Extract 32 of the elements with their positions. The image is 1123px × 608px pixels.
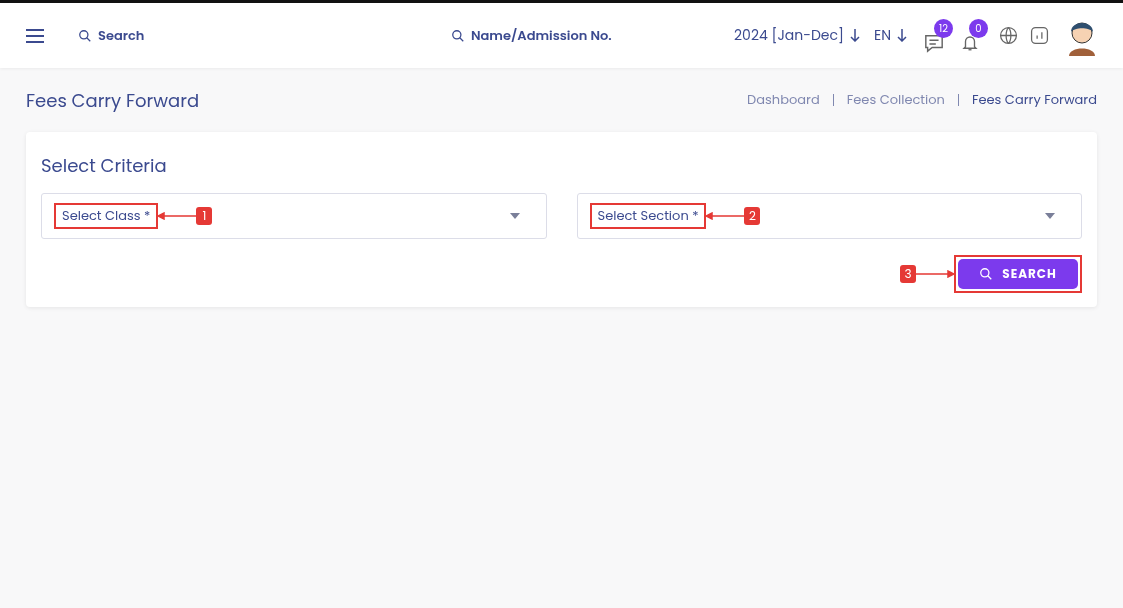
notifications-button[interactable]: 0 — [961, 18, 989, 53]
search-icon — [78, 28, 92, 43]
globe-icon[interactable] — [999, 26, 1018, 45]
chat-icon — [923, 32, 945, 53]
search-icon — [979, 267, 994, 281]
chart-icon[interactable] — [1030, 26, 1049, 45]
search-button[interactable]: SEARCH — [958, 259, 1078, 289]
arrow-down-icon — [897, 29, 907, 42]
annotation-arrow — [158, 212, 197, 220]
annotation-arrow — [706, 212, 745, 220]
session-dropdown[interactable]: 2024 [Jan-Dec] — [734, 25, 860, 46]
caret-down-icon — [509, 213, 520, 219]
select-field[interactable]: Select Section * 2 — [576, 193, 1082, 239]
search-icon — [451, 28, 465, 43]
annotation-marker: 2 — [744, 207, 761, 225]
select-placeholder: Select Class * — [54, 203, 159, 229]
caret-down-icon — [1045, 213, 1055, 219]
page-title: Fees Carry Forward — [26, 86, 200, 114]
card-title: Select Criteria — [41, 152, 168, 179]
search-field[interactable]: Search — [98, 25, 248, 46]
select-field[interactable]: Select Class * 1 — [41, 193, 547, 239]
student-search-field[interactable]: Name/Admission No. — [471, 25, 641, 46]
select-placeholder: Select Section * — [589, 203, 707, 229]
count-badge: 0 — [969, 18, 988, 38]
messages-button[interactable]: 12 — [923, 18, 955, 53]
menu-icon[interactable] — [26, 28, 44, 43]
annotation-marker: 1 — [196, 207, 213, 225]
count-badge: 12 — [934, 18, 953, 38]
language-dropdown[interactable]: EN — [873, 25, 907, 46]
annotation-marker: 3 — [900, 265, 916, 283]
arrow-down-icon — [849, 29, 860, 42]
breadcrumb-link[interactable]: Fees Carry Forward — [971, 90, 1097, 110]
